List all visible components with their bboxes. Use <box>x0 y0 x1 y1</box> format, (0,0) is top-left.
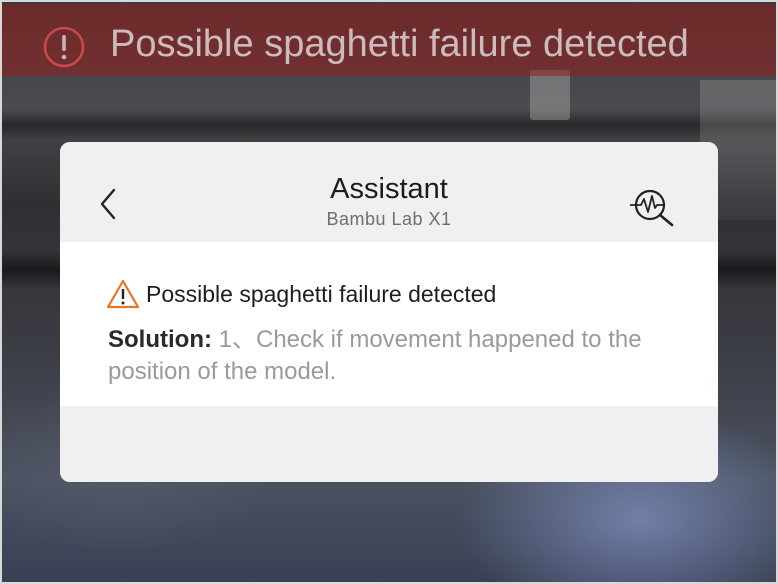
dialog-body: Possible spaghetti failure detected Solu… <box>60 242 718 406</box>
assistant-dialog: Assistant Bambu Lab X1 Possible spaghett… <box>60 142 718 482</box>
alert-row: Possible spaghetti failure detected <box>106 278 496 310</box>
printer-camera-screen: Possible spaghetti failure detected Assi… <box>0 0 778 584</box>
banner-message: Possible spaghetti failure detected <box>110 23 689 65</box>
dialog-footer <box>60 406 718 482</box>
warning-triangle-icon <box>106 279 140 309</box>
alert-banner[interactable]: Possible spaghetti failure detected <box>2 4 776 76</box>
magnifier-pulse-icon[interactable] <box>628 186 678 228</box>
printer-name: Bambu Lab X1 <box>326 209 452 229</box>
exclamation-circle-icon <box>43 26 85 68</box>
dialog-header: Assistant Bambu Lab X1 <box>60 142 718 242</box>
solution-text: Solution: 1、Check if movement happened t… <box>108 324 668 388</box>
dialog-title: Assistant <box>330 173 448 205</box>
solution-label: Solution: <box>108 326 212 353</box>
alert-title: Possible spaghetti failure detected <box>146 281 497 307</box>
